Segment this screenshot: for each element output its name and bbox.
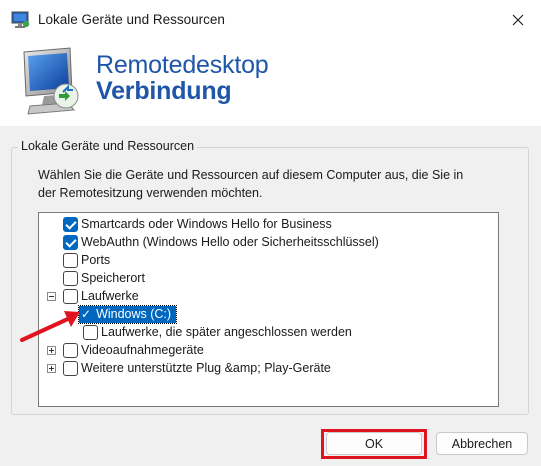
tree-item-webauthn[interactable]: WebAuthn (Windows Hello oder Sicherheits…	[63, 233, 518, 251]
checkbox[interactable]	[63, 342, 78, 358]
device-tree[interactable]: Smartcards oder Windows Hello for Busine…	[38, 212, 499, 407]
tree-item-later-drives[interactable]: Laufwerke, die später angeschlossen werd…	[83, 323, 538, 341]
ok-button-label: OK	[364, 436, 384, 451]
window-title: Lokale Geräte und Ressourcen	[38, 12, 225, 27]
group-description: Wählen Sie die Geräte und Ressourcen auf…	[38, 166, 508, 202]
remote-desktop-app-icon	[11, 11, 30, 28]
checkbox[interactable]	[63, 270, 78, 286]
banner: Remotedesktop Verbindung	[0, 40, 541, 126]
description-line-1: Wählen Sie die Geräte und Ressourcen auf…	[38, 168, 464, 182]
checkbox[interactable]	[63, 288, 78, 304]
tree-item-speicherort[interactable]: Speicherort	[63, 269, 518, 287]
close-button[interactable]	[500, 6, 536, 34]
tree-item-laufwerke[interactable]: Laufwerke	[47, 287, 502, 305]
checkbox[interactable]	[63, 252, 78, 268]
dialog-body: Lokale Geräte und Ressourcen Wählen Sie …	[0, 126, 541, 466]
expand-icon[interactable]	[47, 345, 56, 355]
collapse-icon[interactable]	[47, 291, 56, 301]
tree-item-windows-c[interactable]: ✓ Windows (C:)	[77, 304, 534, 324]
tree-item-label: Laufwerke	[81, 289, 139, 303]
checkbox[interactable]	[63, 216, 78, 232]
ok-button[interactable]: OK	[326, 432, 422, 455]
tree-item-ports[interactable]: Ports	[63, 251, 518, 269]
close-icon	[512, 14, 524, 26]
group-label: Lokale Geräte und Ressourcen	[18, 139, 198, 153]
tree-item-label: Weitere unterstützte Plug &amp; Play-Ger…	[81, 361, 331, 375]
cancel-button[interactable]: Abbrechen	[436, 432, 528, 455]
tree-item-video[interactable]: Videoaufnahmegeräte	[47, 341, 502, 359]
checkbox[interactable]	[63, 234, 78, 250]
tree-item-label: Windows (C:)	[96, 307, 172, 321]
selected-item-highlight[interactable]: ✓ Windows (C:)	[77, 304, 178, 324]
tree-item-label: WebAuthn (Windows Hello oder Sicherheits…	[81, 235, 379, 249]
banner-title-line2: Verbindung	[96, 77, 232, 105]
description-line-2: der Remotesitzung verwenden möchten.	[38, 186, 263, 200]
tree-item-label: Ports	[81, 253, 111, 267]
monitor-icon	[23, 47, 79, 115]
title-bar: Lokale Geräte und Ressourcen	[0, 0, 541, 40]
tree-item-label: Videoaufnahmegeräte	[81, 343, 204, 357]
checkbox[interactable]	[83, 324, 98, 340]
expand-icon[interactable]	[47, 363, 56, 373]
cancel-button-label: Abbrechen	[451, 436, 513, 451]
tree-item-label: Speicherort	[81, 271, 145, 285]
tree-item-smartcards[interactable]: Smartcards oder Windows Hello for Busine…	[63, 215, 518, 233]
tree-item-label: Laufwerke, die später angeschlossen werd…	[101, 325, 352, 339]
tree-item-plug-and-play[interactable]: Weitere unterstützte Plug &amp; Play-Ger…	[47, 359, 502, 377]
tree-item-label: Smartcards oder Windows Hello for Busine…	[81, 217, 332, 231]
checkmark-icon[interactable]: ✓	[81, 307, 91, 321]
checkbox[interactable]	[63, 360, 78, 376]
banner-title-line1: Remotedesktop	[96, 51, 269, 79]
